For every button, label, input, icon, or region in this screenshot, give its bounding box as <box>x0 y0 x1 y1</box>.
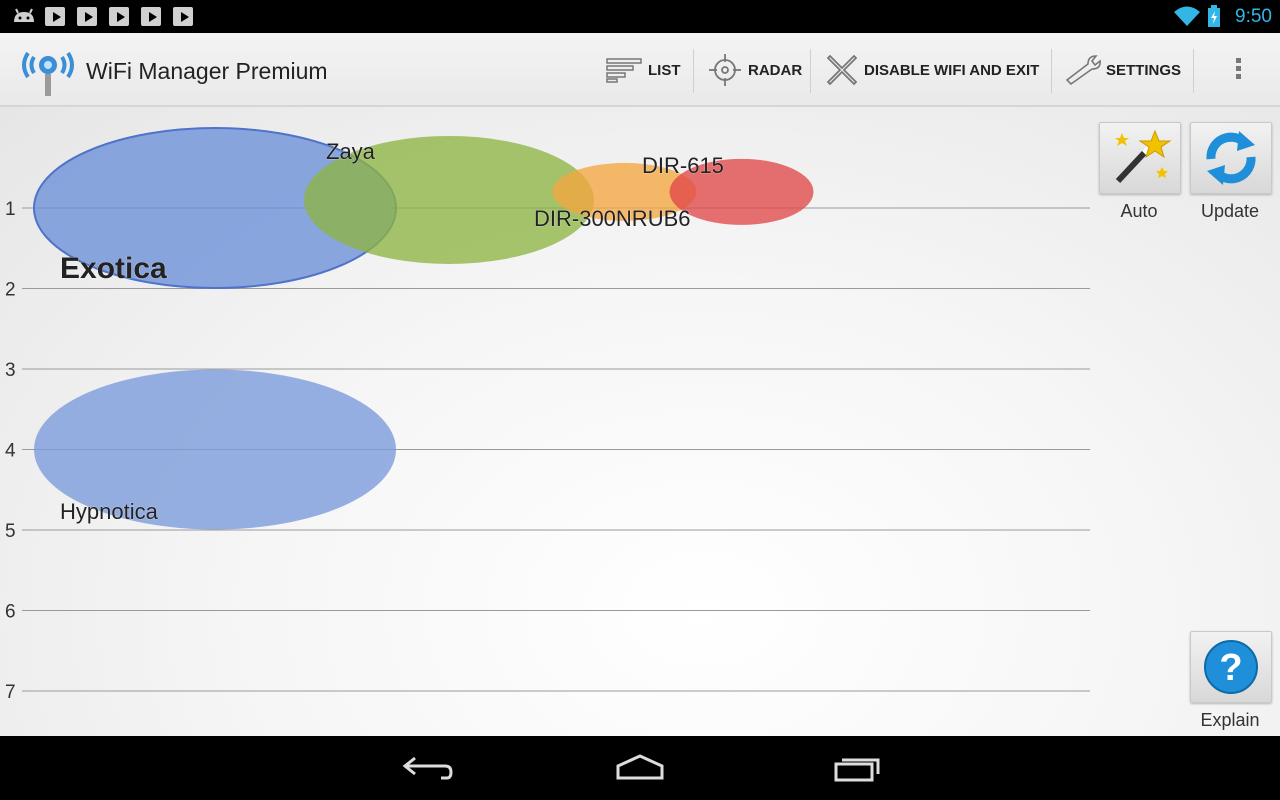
divider <box>1193 49 1194 93</box>
explain-button[interactable]: ? <box>1190 631 1272 703</box>
y-tick-label: 4 <box>5 441 16 462</box>
android-debug-icon <box>14 8 34 22</box>
wifi-manager-logo-icon[interactable] <box>18 41 78 101</box>
list-icon <box>606 58 642 83</box>
y-tick-label: 5 <box>5 521 16 542</box>
wrench-icon <box>1065 55 1101 86</box>
network-label-dir-300nrub6: DIR-300NRUB6 <box>534 206 691 231</box>
list-button[interactable]: LIST <box>606 33 681 107</box>
y-tick-label: 1 <box>5 199 16 220</box>
back-icon[interactable] <box>395 750 455 786</box>
explain-label: Explain <box>1200 710 1260 730</box>
divider <box>693 49 694 93</box>
graph-area: 1 2 3 4 5 6 7 Exotica Zaya DIR-300NRUB6 DIR-615 Hy… <box>0 107 1280 736</box>
auto-button[interactable] <box>1099 122 1181 194</box>
navigation-bar <box>0 736 1280 800</box>
settings-label: SETTINGS <box>1106 61 1182 79</box>
auto-label: Auto <box>1120 201 1158 221</box>
battery-charging-icon <box>1208 5 1220 27</box>
radar-button[interactable]: RADAR <box>708 33 802 107</box>
svg-text:?: ? <box>1219 647 1242 689</box>
network-label-exotica: Exotica <box>60 252 167 285</box>
radar-icon <box>709 54 741 86</box>
recent-apps-icon[interactable] <box>828 750 888 786</box>
update-label: Update <box>1200 201 1260 221</box>
play-store-icon <box>173 7 193 26</box>
refresh-icon <box>1206 131 1256 185</box>
y-tick-label: 7 <box>5 682 16 703</box>
magic-wand-icon <box>1115 129 1172 184</box>
play-store-icon <box>141 7 161 26</box>
disable-wifi-exit-button[interactable]: DISABLE WIFI AND EXIT <box>826 33 1039 107</box>
home-icon[interactable] <box>610 750 670 786</box>
close-icon <box>826 54 858 86</box>
action-bar: WiFi Manager Premium LIST RADAR DISABLE … <box>0 33 1280 107</box>
network-label-zaya: Zaya <box>326 139 376 164</box>
channel-graph: 1 2 3 4 5 6 7 Exotica Zaya DIR-300NRUB6 DIR-615 Hy… <box>5 127 1090 703</box>
network-label-hypnotica: Hypnotica <box>60 499 159 524</box>
overflow-menu-icon[interactable] <box>1224 55 1252 85</box>
divider <box>1051 49 1052 93</box>
wifi-signal-icon <box>1174 6 1200 26</box>
settings-button[interactable]: SETTINGS <box>1064 33 1181 107</box>
play-store-icon <box>77 7 97 26</box>
play-store-icon <box>45 7 65 26</box>
y-tick-label: 2 <box>5 280 16 301</box>
update-button[interactable] <box>1190 122 1272 194</box>
app-title: WiFi Manager Premium <box>86 58 328 84</box>
status-bar: 9:50 <box>0 0 1280 33</box>
y-tick-label: 6 <box>5 602 16 623</box>
list-label: LIST <box>648 61 681 79</box>
network-label-dir-615: DIR-615 <box>642 153 724 178</box>
disable-wifi-exit-label: DISABLE WIFI AND EXIT <box>864 61 1040 79</box>
divider <box>810 49 811 93</box>
radar-label: RADAR <box>748 61 803 79</box>
help-icon: ? <box>1204 640 1258 694</box>
y-tick-label: 3 <box>5 360 16 381</box>
play-store-icon <box>109 7 129 26</box>
clock: 9:50 <box>1235 6 1272 27</box>
